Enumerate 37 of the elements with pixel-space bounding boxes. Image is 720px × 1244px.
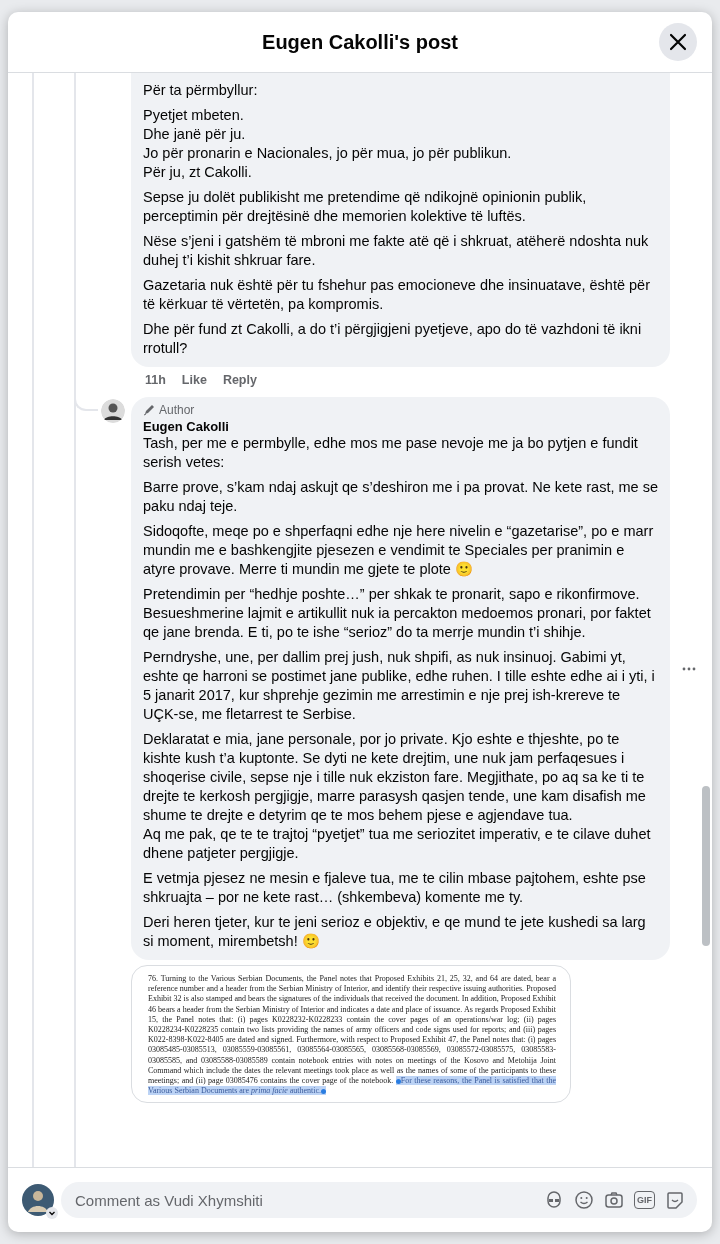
close-icon <box>668 32 688 52</box>
camera-icon[interactable] <box>604 1190 624 1210</box>
comment-text: Sepse ju dolët publikisht me pretendime që ndikojnë opinionin publik, perceptimin për drejtësinë dhe memorien kolektive të luftës. <box>143 189 587 224</box>
comment-field[interactable]: Comment as Vudi Xhymshiti GIF <box>61 1182 697 1218</box>
avatar-sticker-icon[interactable] <box>544 1190 564 1210</box>
emoji-icon[interactable] <box>574 1190 594 1210</box>
comment-text: E vetmja pjesez ne mesin e fjaleve tua, me te cilin mbase pajtohem, eshte pse shkruajta – por ne kete rast… (shkembeva) komente me ty. <box>143 870 646 905</box>
gif-button[interactable]: GIF <box>634 1191 655 1209</box>
close-button[interactable] <box>659 23 697 61</box>
comment-text: Pyetjet mbeten. Dhe janë për ju. Jo për pronarin e Nacionales, jo për mua, jo për publikun. Për ju, zt Cakolli. <box>143 107 512 180</box>
comment-text: Deklaratat e mia, jane personale, por jo private. Kjo eshte e thjeshte, po te kishte kush t’a kuptonte. Se dyti ne kete drejtim, une nuk jam perfaqesues i shoqerise civile, sepse nje i tille nuk ekziston fare. Megjithate, po aq sa ke ti te drejte te kerkosh pergjigje, marre parasysh qasjen tende, une kam disafish me shume te drejte e detyrim qe te mos behem pjese e agjendave tua. Aq me pak, qe te te trajtoj “pyetjet” tua me seriozitet imperativ, e te cilave duhet dhene patjeter pergjigje. <box>143 731 651 861</box>
author-label: Author <box>159 403 195 417</box>
comment-text: Sidoqofte, meqe po e shperfaqni edhe nje here nivelin e “gazetarise”, po e marr mundin me e bashkengjite pjesezen e vendimit te Speciales per pranimin e atyre provave. Merre ti mundin me gjete te plote 🙂 <box>143 523 654 577</box>
avatar[interactable] <box>101 399 125 423</box>
comment-text: Perndryshe, une, per dallim prej jush, nuk shpifi, as nuk insinuoj. Gabimi yt, eshte qe harroni se postimet jane publike, edhe ruhen. I tille eshte edhe ai i yti, i 5 janarit 2017, kur shprehje gezimin me arrestimin e nje prej ish-krereve te UÇK-se, me fletarrest te Serbise. <box>143 649 655 722</box>
dialog-title: Eugen Cakolli's post <box>262 30 458 54</box>
document-text: 76. Turning to the Various Serbian Documents, the Panel notes that Proposed Exhibits 21, 25, 32, and 64 are dated, bear a reference number and a header from the Serbian Ministry of Interior, and identify their respective issuing authorities. Proposed Exhibit 32 is also stamped and bears the signatures of the individuals that received the document. In addition, Proposed Exhibit 46 bears a header from the Serbian Ministry of Interior and indicates a date and place of issuance. As regards Proposed Exhibit 15, the Panel notes that: (i) pages K0228232-K0228233 contain the cover pages of an operations/war log; (ii) pages K0228234-K0228235 contain two lists providing the names of army officers and code signs used for reports; and (iii) pages K022-8398-K022-8405 are dated and signed. Furthermore, with respect to Proposed Exhibit 47, the Panel notes that: (i) pages 03085485-03085513, 03085559-03085561, 03085564-03085565, 03085568-03085569, 03085572-03085575, 03085583-03085585, and 03085588-03085589 contain notebook entries with notes on meetings of the Kosovo and Metohija Joint Command which include the dates the relevant meetings took place as well as the names of some of the participants to these meetings; and (ii) page 03085476 contains the cover page of the notebook. For these reasons, the Panel is satisfied that the Various Serbian Documents are prima facie authentic. <box>148 974 556 1097</box>
selection-handle[interactable] <box>321 1088 327 1094</box>
selection-handle[interactable] <box>395 1078 401 1084</box>
comment-text: Dhe për fund zt Cakolli, a do t’i përgjigjeni pyetjeve, apo do të vazhdoni të ikni rrotull? <box>143 321 642 356</box>
sticker-icon[interactable] <box>665 1190 685 1210</box>
chevron-down-icon[interactable] <box>46 1207 58 1219</box>
comment-action-link[interactable]: Like <box>181 373 207 387</box>
comment-text: Pretendimin per “hedhje poshte…” per shkak te pronarit, sapo e rikonfirmove. Besueshmerine lajmit e artikullit nuk ia percakton medoemos pronari, por faktet qe jane brenda. E ti, po te ishe “serioz” do ta merrje mundin t’i shihje. <box>143 586 651 640</box>
comment-text: Për ta përmbyllur: <box>143 82 258 98</box>
comment-time[interactable]: 11h <box>145 373 166 387</box>
document-screenshot[interactable] <box>131 965 571 1104</box>
comment-text: Nëse s’jeni i gatshëm të mbroni me fakte atë që i shkruat, atëherë ndoshta nuk duhej t’i kishit shkruar fare. <box>143 233 649 268</box>
more-options-icon[interactable] <box>682 667 696 671</box>
comment-text: Deri heren tjeter, kur te jeni serioz e objektiv, e qe mund te jete kushedi sa larg si moment, mirembetsh! 🙂 <box>143 914 646 949</box>
scrollbar-thumb[interactable] <box>702 786 710 946</box>
comment-text: Tash, per me e permbylle, edhe mos me pase nevoje me ja bo pytjen e fundit serish vetes: <box>143 435 638 470</box>
pen-icon <box>143 404 155 416</box>
comment-action-link[interactable]: Reply <box>222 373 257 387</box>
comment-text: Barre prove, s’kam ndaj askujt qe s’deshiron me i pa provat. Ne kete rast, me se paku ndaj teje. <box>143 479 658 514</box>
comment-text: Gazetaria nuk është për tu fshehur pas emocioneve dhe insinuatave, është për të kërkuar të vërtetën, pa kompromis. <box>143 277 650 312</box>
author-name[interactable]: Eugen Cakolli <box>143 419 658 434</box>
